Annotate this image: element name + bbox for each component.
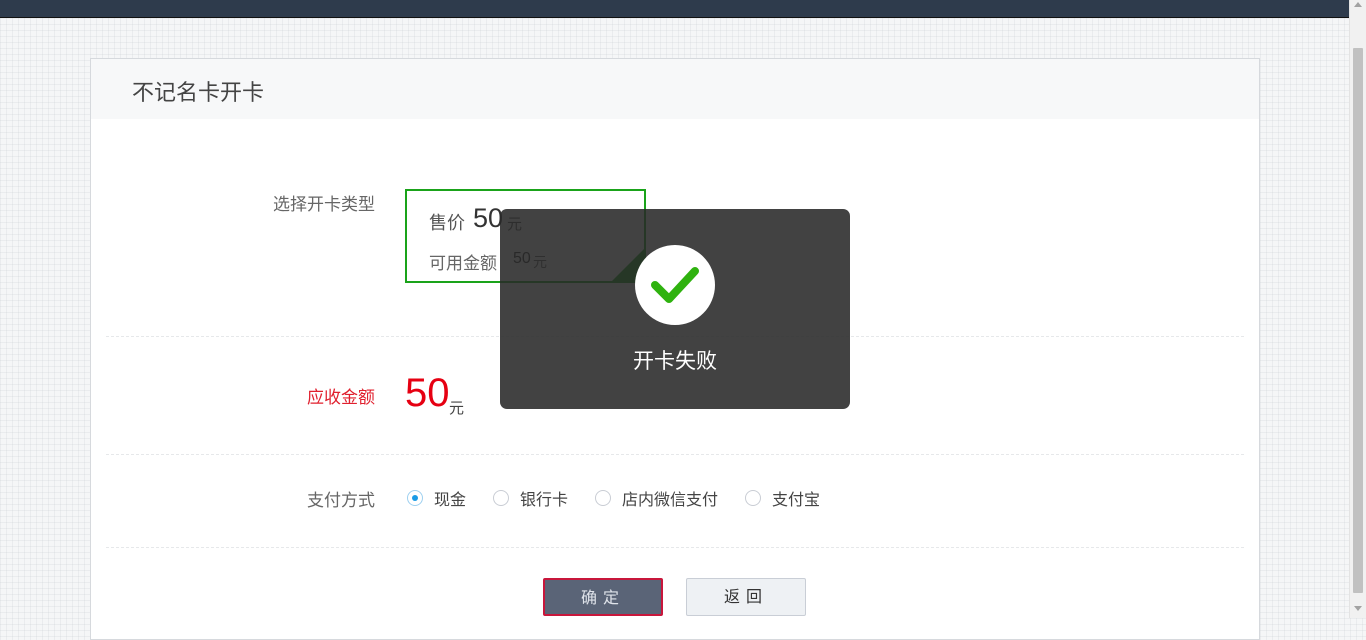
toast-icon-circle xyxy=(635,245,715,325)
card-available-label: 可用金额 xyxy=(429,254,497,274)
panel-header: 不记名卡开卡 xyxy=(91,59,1259,119)
payment-option-label: 支付宝 xyxy=(772,490,821,509)
card-type-label: 选择开卡类型 xyxy=(273,195,375,215)
payment-option-label: 现金 xyxy=(434,490,467,509)
radio-unchecked-icon[interactable] xyxy=(745,490,761,506)
confirm-button[interactable]: 确定 xyxy=(543,578,663,616)
payment-method-label: 支付方式 xyxy=(307,491,375,511)
back-button[interactable]: 返回 xyxy=(686,578,806,616)
amount-due-value: 50 xyxy=(405,371,450,415)
toast-message: 开卡失败 xyxy=(633,349,717,373)
payment-option-bank-card[interactable]: 银行卡 xyxy=(493,486,568,510)
amount-due-label: 应收金额 xyxy=(307,388,375,408)
page-title: 不记名卡开卡 xyxy=(132,81,265,106)
radio-unchecked-icon[interactable] xyxy=(595,490,611,506)
scroll-down-arrow-icon[interactable] xyxy=(1354,606,1362,611)
payment-option-label: 银行卡 xyxy=(520,490,569,509)
amount-due-unit: 元 xyxy=(449,399,465,417)
radio-unchecked-icon[interactable] xyxy=(493,490,509,506)
divider xyxy=(106,547,1244,548)
payment-option-label: 店内微信支付 xyxy=(622,490,719,509)
toast-dialog: 开卡失败 xyxy=(500,209,850,409)
top-navigation-bar: ` xyxy=(0,0,1350,18)
check-icon xyxy=(651,267,699,303)
payment-option-cash[interactable]: 现金 xyxy=(407,486,466,510)
card-price-label: 售价 xyxy=(429,213,465,234)
topbar-glyph: ` xyxy=(100,0,106,6)
scrollbar-thumb[interactable] xyxy=(1353,48,1363,593)
vertical-scrollbar[interactable] xyxy=(1349,0,1366,618)
radio-checked-icon[interactable] xyxy=(407,490,423,506)
card-price-value: 50 xyxy=(473,203,504,233)
payment-option-alipay[interactable]: 支付宝 xyxy=(745,486,820,510)
payment-option-wechat-pay[interactable]: 店内微信支付 xyxy=(595,486,718,510)
scroll-up-arrow-icon[interactable] xyxy=(1354,2,1362,7)
divider xyxy=(106,454,1244,455)
